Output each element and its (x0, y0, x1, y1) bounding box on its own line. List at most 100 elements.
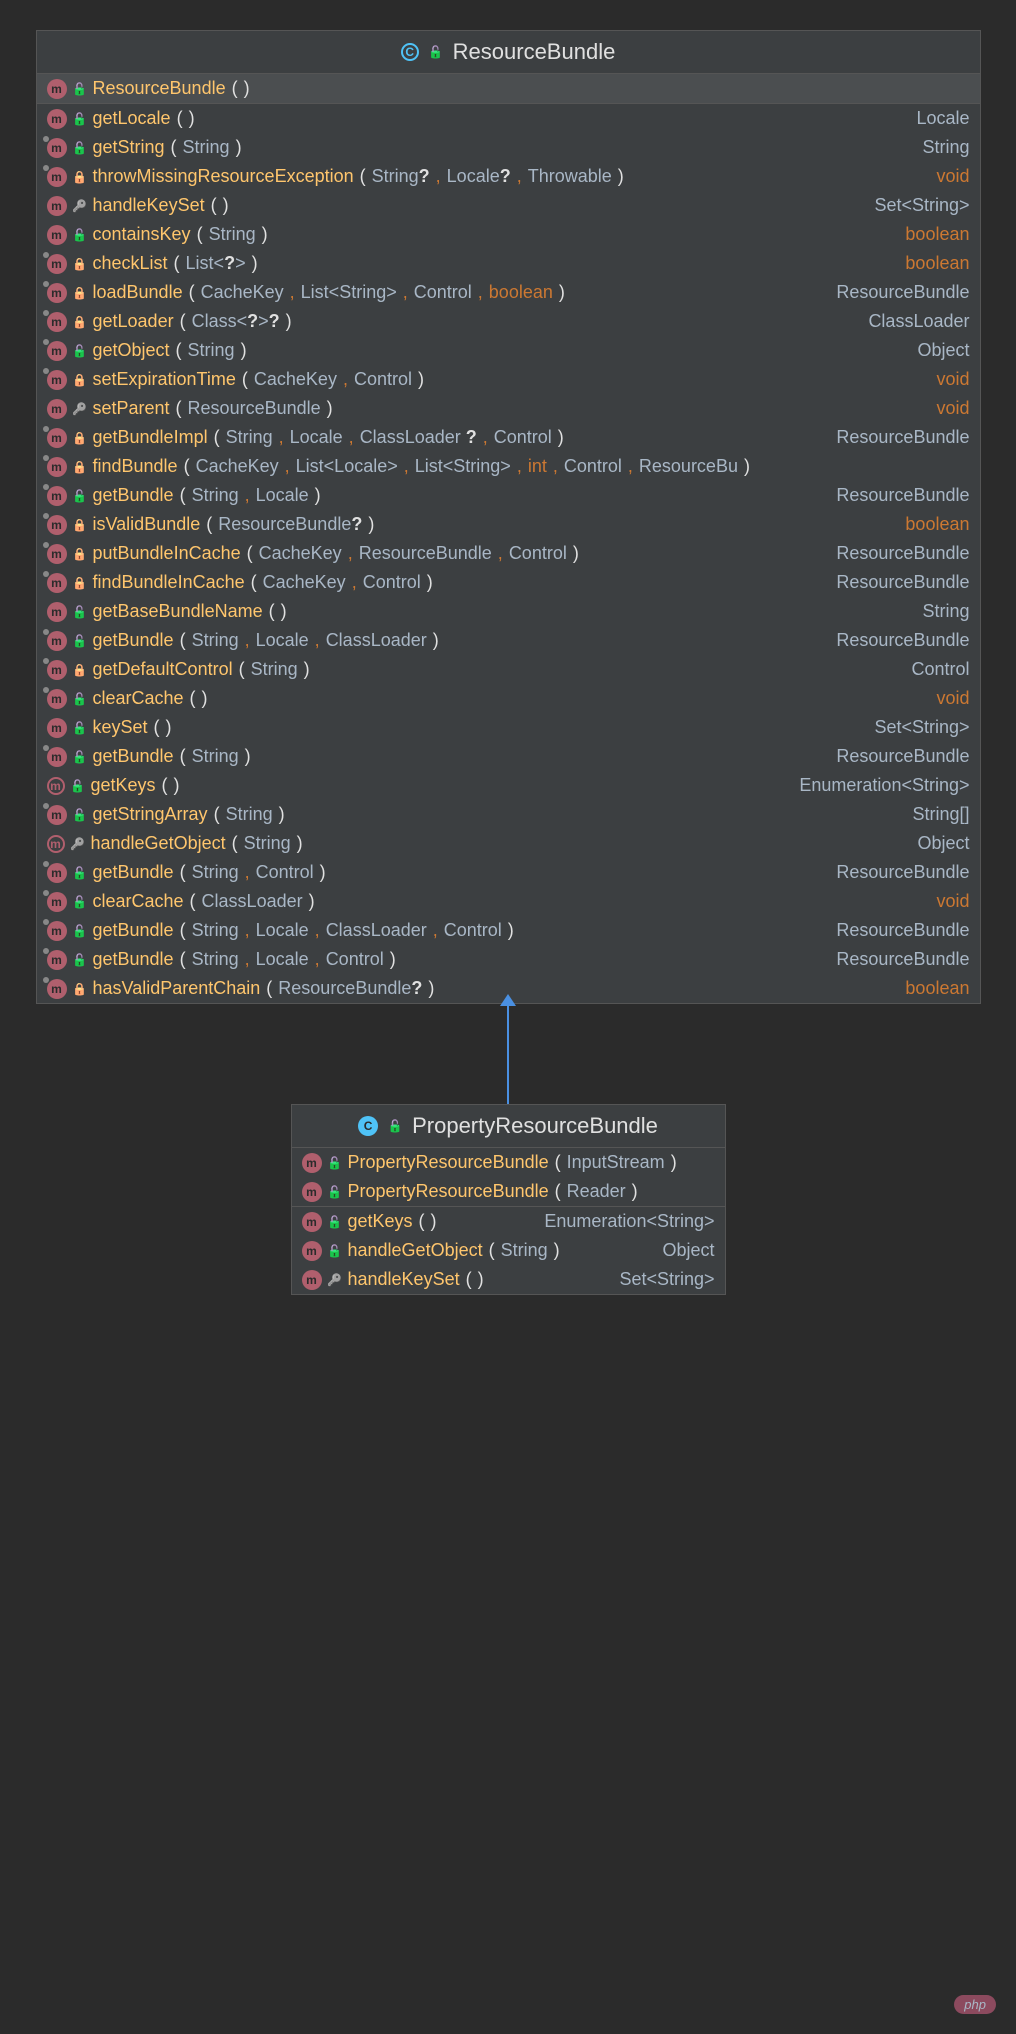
member-row[interactable]: mloadBundle (CacheKey, List<String>, Con… (37, 278, 980, 307)
visibility-icon (73, 373, 87, 387)
visibility-icon (73, 547, 87, 561)
method-icon: m (302, 1153, 322, 1173)
member-row[interactable]: mfindBundleInCache(CacheKey, Control)Res… (37, 568, 980, 597)
method-icon: m (47, 428, 67, 448)
member-row[interactable]: mgetBundleImpl (String, Locale, ClassLoa… (37, 423, 980, 452)
method-icon: m (47, 399, 67, 419)
method-icon: m (47, 109, 67, 129)
visibility-icon (73, 576, 87, 590)
class-section: mgetLocale()LocalemgetString(String)Stri… (37, 104, 980, 1003)
method-icon: m (47, 370, 67, 390)
member-row[interactable]: mgetBundle(String, Control)ResourceBundl… (37, 858, 980, 887)
visibility-icon (73, 257, 87, 271)
member-row[interactable]: mPropertyResourceBundle (InputStream) (292, 1148, 725, 1177)
member-row[interactable]: mgetKeys()Enumeration<String> (292, 1207, 725, 1236)
method-icon: m (47, 254, 67, 274)
method-icon: m (47, 79, 67, 99)
class-header: CResourceBundle (37, 31, 980, 74)
method-icon: m (302, 1182, 322, 1202)
member-row[interactable]: mgetBundle(String)ResourceBundle (37, 742, 980, 771)
class-diagram-box: CResourceBundlemResourceBundle()mgetLoca… (36, 30, 981, 1004)
member-row[interactable]: mgetString(String)String (37, 133, 980, 162)
visibility-icon (73, 663, 87, 677)
member-row[interactable]: mResourceBundle() (37, 74, 980, 103)
member-row[interactable]: mclearCache (ClassLoader )void (37, 887, 980, 916)
method-icon: m (47, 196, 67, 216)
method-icon: m (47, 921, 67, 941)
method-icon: m (47, 979, 67, 999)
visibility-icon (73, 692, 87, 706)
visibility-icon (73, 315, 87, 329)
member-row[interactable]: mgetBaseBundleName ()String (37, 597, 980, 626)
visibility-icon (71, 779, 85, 793)
visibility-icon (328, 1244, 342, 1258)
method-icon: m (47, 863, 67, 883)
member-row[interactable]: mhandleKeySet()Set<String> (292, 1265, 725, 1294)
member-row[interactable]: mgetKeys()Enumeration<String> (37, 771, 980, 800)
method-icon: m (47, 602, 67, 622)
visibility-icon (73, 489, 87, 503)
method-icon: m (302, 1212, 322, 1232)
method-icon: m (47, 631, 67, 651)
method-icon: m (47, 950, 67, 970)
member-row[interactable]: mhandleGetObject(String)Object (292, 1236, 725, 1265)
visibility-icon (73, 605, 87, 619)
member-row[interactable]: mclearCache ()void (37, 684, 980, 713)
visibility-icon (429, 45, 443, 59)
member-row[interactable]: mkeySet()Set<String> (37, 713, 980, 742)
member-row[interactable]: mhandleKeySet()Set<String> (37, 191, 980, 220)
visibility-icon (73, 808, 87, 822)
member-row[interactable]: mputBundleInCache(CacheKey, ResourceBund… (37, 539, 980, 568)
method-icon: m (47, 225, 67, 245)
visibility-icon (328, 1215, 342, 1229)
member-row[interactable]: mcheckList(List<?>)boolean (37, 249, 980, 278)
member-row[interactable]: mPropertyResourceBundle (Reader) (292, 1177, 725, 1206)
visibility-icon (73, 431, 87, 445)
member-row[interactable]: mgetDefaultControl(String)Control (37, 655, 980, 684)
visibility-icon (73, 112, 87, 126)
member-row[interactable]: mfindBundle(CacheKey, List<Locale>, List… (37, 452, 980, 481)
method-icon: m (47, 718, 67, 738)
visibility-icon (73, 170, 87, 184)
method-icon: m (47, 138, 67, 158)
method-icon: m (47, 835, 65, 853)
visibility-icon (328, 1273, 342, 1287)
method-icon: m (47, 573, 67, 593)
method-icon: m (47, 689, 67, 709)
method-icon: m (47, 457, 67, 477)
member-row[interactable]: mgetLocale()Locale (37, 104, 980, 133)
member-row[interactable]: mgetStringArray(String)String[] (37, 800, 980, 829)
method-icon: m (47, 312, 67, 332)
member-row[interactable]: misValidBundle (ResourceBundle?)boolean (37, 510, 980, 539)
member-row[interactable]: msetParent(ResourceBundle)void (37, 394, 980, 423)
visibility-icon (73, 866, 87, 880)
visibility-icon (73, 924, 87, 938)
member-row[interactable]: mgetLoader (Class<?>?)ClassLoader (37, 307, 980, 336)
member-row[interactable]: mgetBundle(String, Locale, ClassLoader )… (37, 626, 980, 655)
method-icon: m (47, 747, 67, 767)
visibility-icon (73, 721, 87, 735)
member-row[interactable]: mgetBundle(String, Locale, Control)Resou… (37, 945, 980, 974)
visibility-icon (328, 1156, 342, 1170)
visibility-icon (73, 750, 87, 764)
member-row[interactable]: mgetBundle(String, Locale)ResourceBundle (37, 481, 980, 510)
member-row[interactable]: mthrowMissingResourceException (String?,… (37, 162, 980, 191)
visibility-icon (73, 228, 87, 242)
member-row[interactable]: mgetBundle(String, Locale, ClassLoader ,… (37, 916, 980, 945)
method-icon: m (47, 805, 67, 825)
visibility-icon (388, 1119, 402, 1133)
visibility-icon (73, 344, 87, 358)
method-icon: m (47, 167, 67, 187)
class-title: ResourceBundle (453, 39, 616, 65)
visibility-icon (73, 518, 87, 532)
member-row[interactable]: mhandleGetObject(String)Object (37, 829, 980, 858)
visibility-icon (73, 402, 87, 416)
visibility-icon (73, 895, 87, 909)
member-row[interactable]: msetExpirationTime (CacheKey, Control)vo… (37, 365, 980, 394)
method-icon: m (47, 515, 67, 535)
member-row[interactable]: mcontainsKey(String)boolean (37, 220, 980, 249)
method-icon: m (47, 660, 67, 680)
member-row[interactable]: mgetObject(String)Object (37, 336, 980, 365)
class-title: PropertyResourceBundle (412, 1113, 658, 1139)
visibility-icon (73, 634, 87, 648)
